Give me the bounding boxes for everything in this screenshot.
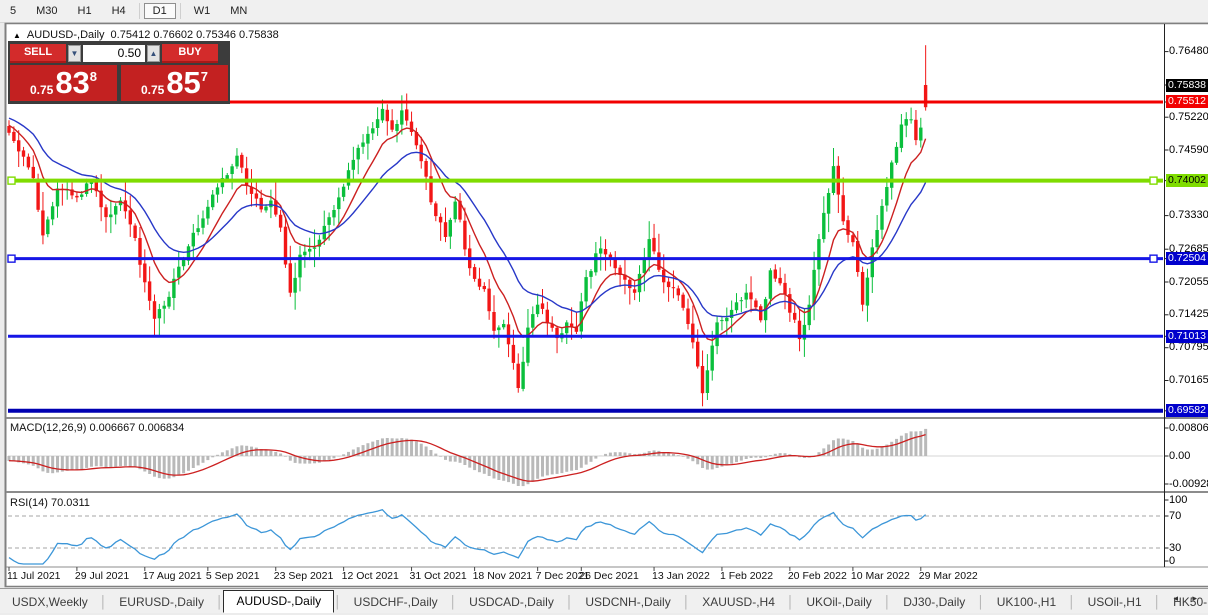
- macd-indicator-label: MACD(12,26,9) 0.006667 0.006834: [10, 422, 184, 434]
- sell-price-base: 0.75: [30, 83, 53, 97]
- date-axis-label: 29 Jul 2021: [75, 570, 129, 582]
- buy-price-big: 85: [166, 66, 200, 101]
- rsi-axis-label: 70: [1169, 510, 1181, 522]
- volume-input[interactable]: [83, 45, 145, 62]
- date-axis-label: 26 Dec 2021: [579, 570, 639, 582]
- tab-separator: │: [100, 595, 108, 613]
- date-axis-label: 1 Feb 2022: [720, 570, 773, 582]
- sell-price-big: 83: [55, 66, 89, 101]
- tab-xauusd-h4[interactable]: XAUUSD-,H4: [690, 591, 787, 613]
- date-axis-label: 12 Oct 2021: [342, 570, 399, 582]
- tab-usdchf-daily[interactable]: USDCHF-,Daily: [342, 591, 450, 613]
- sell-price[interactable]: 0.75838: [10, 65, 117, 101]
- price-axis-label: 0.70165: [1169, 374, 1208, 386]
- tab-usdcnh-daily[interactable]: USDCNH-,Daily: [573, 591, 682, 613]
- tab-ukoil-daily[interactable]: UKOil-,Daily: [794, 591, 883, 613]
- date-axis-label: 18 Nov 2021: [473, 570, 533, 582]
- tab-scroll-arrows[interactable]: ◂ ▸: [1173, 593, 1203, 604]
- tab-usdx-weekly[interactable]: USDX,Weekly: [0, 591, 100, 613]
- tab-separator: │: [216, 595, 224, 613]
- collapse-arrow-icon[interactable]: ▲: [13, 31, 21, 40]
- blue-line-tag-1: 0.72504: [1166, 252, 1208, 265]
- price-axis-label: 0.75220: [1169, 111, 1208, 123]
- buy-price[interactable]: 0.75857: [121, 65, 228, 101]
- sell-price-sup: 8: [90, 69, 97, 101]
- price-axis-label: 0.76480: [1169, 45, 1208, 57]
- tab-separator: │: [450, 595, 458, 613]
- date-axis-label: 11 Jul 2021: [7, 570, 61, 582]
- tab-separator: │: [683, 595, 691, 613]
- macd-axis-label: 0.00: [1169, 450, 1190, 462]
- price-axis-label: 0.72055: [1169, 276, 1208, 288]
- red-line-tag: 0.75512: [1166, 95, 1208, 108]
- rsi-axis-label: 100: [1169, 494, 1187, 506]
- one-click-trade-panel: SELL ▼ ▲ BUY 0.75838 0.75857: [8, 41, 230, 104]
- up-arrow-icon: ▲: [150, 49, 158, 58]
- tab-usoil-h1[interactable]: USOil-,H1: [1076, 591, 1154, 613]
- tab-audusd-daily[interactable]: AUDUSD-,Daily: [223, 590, 334, 613]
- chart-tab-bar: USDX,Weekly│EURUSD-,Daily│AUDUSD-,Daily│…: [0, 588, 1208, 613]
- date-axis-label: 20 Feb 2022: [788, 570, 847, 582]
- date-axis-label: 10 Mar 2022: [851, 570, 910, 582]
- macd-axis-label: -0.00928: [1169, 478, 1208, 490]
- tab-separator: │: [334, 595, 342, 613]
- buy-price-base: 0.75: [141, 83, 164, 97]
- tab-separator: │: [787, 595, 795, 613]
- title-symbol: AUDUSD-,Daily: [27, 29, 105, 41]
- tab-uk100-h1[interactable]: UK100-,H1: [985, 591, 1068, 613]
- date-axis-label: 13 Jan 2022: [652, 570, 710, 582]
- date-axis-label: 29 Mar 2022: [919, 570, 978, 582]
- tab-separator: │: [566, 595, 574, 613]
- title-ohlc: 0.75412 0.76602 0.75346 0.75838: [111, 29, 279, 41]
- tab-separator: │: [884, 595, 892, 613]
- tab-separator: │: [1154, 595, 1162, 613]
- tab-separator: │: [977, 595, 985, 613]
- date-axis-label: 23 Sep 2021: [274, 570, 334, 582]
- green-line-tag: 0.74002: [1166, 174, 1208, 187]
- sell-button[interactable]: SELL: [10, 44, 66, 63]
- down-arrow-icon: ▼: [71, 49, 79, 58]
- rsi-indicator-label: RSI(14) 70.0311: [10, 497, 90, 509]
- date-axis-label: 31 Oct 2021: [410, 570, 467, 582]
- tab-eurusd-daily[interactable]: EURUSD-,Daily: [107, 591, 216, 613]
- tab-dj30-daily[interactable]: DJ30-,Daily: [891, 591, 977, 613]
- volume-increase-button[interactable]: ▲: [147, 45, 160, 62]
- chart-title: ▲ AUDUSD-,Daily 0.75412 0.76602 0.75346 …: [13, 29, 279, 41]
- date-axis-label: 5 Sep 2021: [206, 570, 260, 582]
- macd-axis-label: 0.008061: [1169, 422, 1208, 434]
- current-price-tag: 0.75838: [1166, 79, 1208, 92]
- price-axis-label: 0.74590: [1169, 144, 1208, 156]
- volume-decrease-button[interactable]: ▼: [68, 45, 81, 62]
- price-axis-label: 0.73330: [1169, 209, 1208, 221]
- rsi-axis-label: 0: [1169, 555, 1175, 567]
- date-axis-label: 17 Aug 2021: [143, 570, 202, 582]
- buy-button[interactable]: BUY: [162, 44, 218, 63]
- price-axis-label: 0.70795: [1169, 341, 1208, 353]
- tab-separator: │: [1068, 595, 1076, 613]
- buy-price-sup: 7: [201, 69, 208, 101]
- rsi-axis-label: 30: [1169, 542, 1181, 554]
- tab-usdcad-daily[interactable]: USDCAD-,Daily: [457, 591, 566, 613]
- price-axis-label: 0.71425: [1169, 308, 1208, 320]
- blue-line-tag-3: 0.69582: [1166, 404, 1208, 417]
- blue-line-tag-2: 0.71013: [1166, 330, 1208, 343]
